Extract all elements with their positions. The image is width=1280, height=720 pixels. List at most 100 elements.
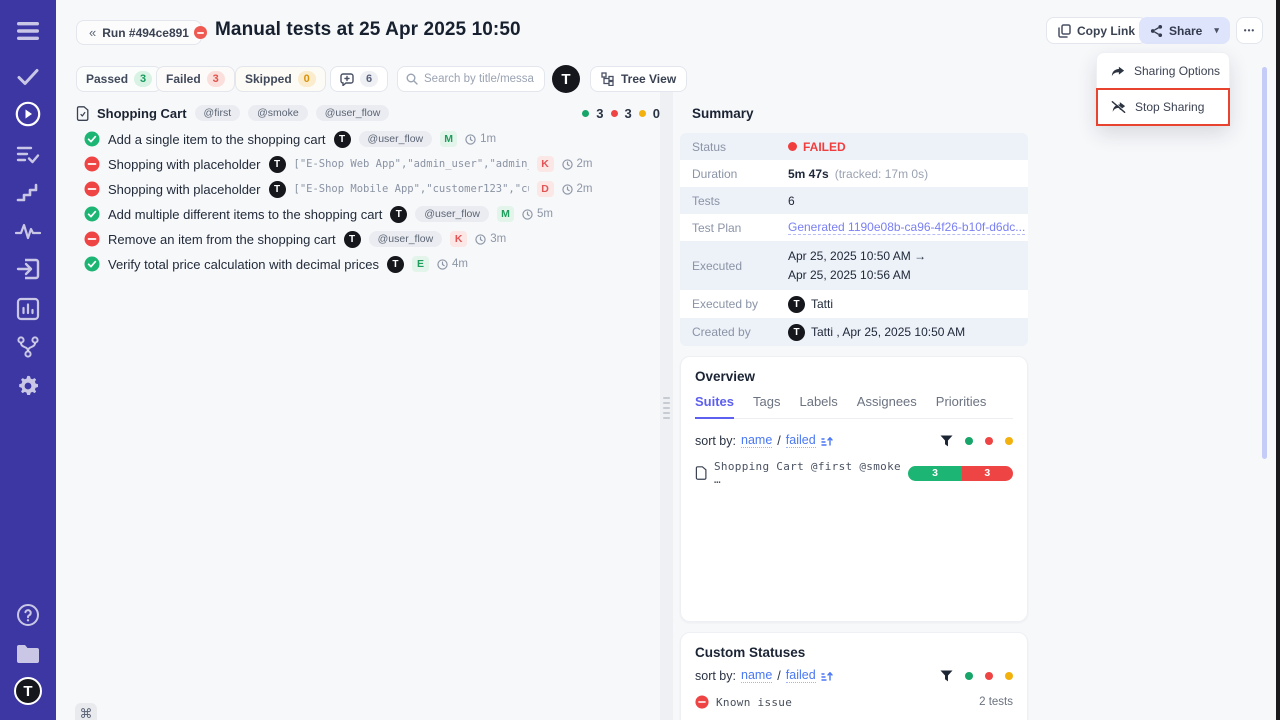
skipped-filter-dot[interactable]: [1005, 437, 1013, 445]
test-args: ["E-Shop Web App","admin_user","admin_pa…: [294, 158, 529, 170]
passed-filter-dot[interactable]: [965, 672, 973, 680]
test-row[interactable]: Add multiple different items to the shop…: [84, 203, 660, 225]
passed-bar-segment: 3: [908, 466, 961, 481]
import-icon[interactable]: [0, 254, 56, 284]
summary-row-executed-by: Executed by TTatti: [680, 290, 1028, 318]
sort-ascending-icon[interactable]: [821, 435, 833, 447]
tab-tags[interactable]: Tags: [753, 394, 780, 418]
app-sidebar: T: [0, 0, 56, 720]
sort-by-name-link[interactable]: name: [741, 668, 772, 683]
test-passed-icon: [84, 131, 100, 147]
tab-suites[interactable]: Suites: [695, 394, 734, 419]
app-logo[interactable]: T: [0, 676, 56, 706]
test-title: Verify total price calculation with deci…: [108, 257, 379, 272]
stop-sharing-label: Stop Sharing: [1135, 100, 1204, 114]
assignee-badge: K: [537, 156, 554, 172]
skipped-label: Skipped: [245, 72, 292, 86]
panel-resize-divider[interactable]: [660, 92, 673, 720]
back-to-run-button[interactable]: « Run #494ce891: [76, 20, 202, 45]
play-circle-icon[interactable]: [0, 99, 56, 129]
test-title: Add multiple different items to the shop…: [108, 207, 382, 222]
filter-failed-button[interactable]: Failed 3: [156, 66, 235, 92]
filter-skipped-button[interactable]: Skipped 0: [235, 66, 326, 92]
test-row[interactable]: Add a single item to the shopping cart T…: [84, 128, 660, 150]
menu-item-sharing-options[interactable]: Sharing Options: [1097, 53, 1229, 89]
pulse-icon[interactable]: [0, 216, 56, 246]
hamburger-icon[interactable]: [0, 16, 56, 46]
test-passed-icon: [84, 256, 100, 272]
sort-ascending-icon[interactable]: [821, 670, 833, 682]
projects-folder-icon[interactable]: [0, 639, 56, 669]
search-box[interactable]: [397, 66, 545, 92]
branch-icon[interactable]: [0, 332, 56, 362]
sort-by-failed-link[interactable]: failed: [786, 668, 816, 683]
overview-suite-row[interactable]: Shopping Cart @first @smoke … 3 3: [695, 460, 1013, 486]
analytics-icon[interactable]: [0, 294, 56, 324]
tab-priorities[interactable]: Priorities: [936, 394, 987, 418]
clock-icon: [475, 234, 486, 245]
run-list-icon[interactable]: [0, 140, 56, 170]
test-row[interactable]: Shopping with placeholder T ["E-Shop Web…: [84, 153, 660, 175]
filter-funnel-icon[interactable]: [940, 670, 953, 682]
test-row[interactable]: Remove an item from the shopping cart T …: [84, 228, 660, 250]
overview-suite-label: Shopping Cart @first @smoke …: [714, 460, 901, 486]
tab-assignees[interactable]: Assignees: [857, 394, 917, 418]
command-key-shortcut[interactable]: ⌘: [75, 703, 97, 720]
tab-labels[interactable]: Labels: [799, 394, 837, 418]
tree-view-icon: [601, 72, 615, 86]
test-duration: 3m: [475, 233, 506, 245]
summary-row-created-by: Created by TTatti , Apr 25, 2025 10:50 A…: [680, 318, 1028, 346]
sort-by-failed-link[interactable]: failed: [786, 433, 816, 448]
framework-logo: T: [269, 181, 286, 198]
suite-name: Shopping Cart: [97, 106, 187, 121]
test-plan-link[interactable]: Generated 1190e08b-ca96-4f26-b10f-d6dc..…: [788, 220, 1025, 235]
settings-gear-icon[interactable]: [0, 371, 56, 401]
suite-tag: @first: [195, 105, 241, 121]
test-row[interactable]: Shopping with placeholder T ["E-Shop Mob…: [84, 178, 660, 200]
filter-passed-button[interactable]: Passed 3: [76, 66, 162, 92]
failed-count-badge: 3: [207, 71, 225, 87]
test-args: ["E-Shop Mobile App","customer123","cust…: [294, 183, 529, 195]
custom-status-row[interactable]: Known issue 2 tests: [695, 695, 1013, 709]
test-failed-icon: [84, 231, 100, 247]
filter-funnel-icon[interactable]: [940, 435, 953, 447]
suite-skipped-count: 0: [653, 106, 660, 121]
failed-filter-dot[interactable]: [985, 672, 993, 680]
user-avatar[interactable]: T: [552, 65, 580, 93]
suite-tag: @smoke: [248, 105, 308, 121]
custom-status-label: Known issue: [716, 696, 792, 709]
skipped-filter-dot[interactable]: [1005, 672, 1013, 680]
overview-sort-row: sort by: name / failed: [695, 433, 1013, 448]
check-icon[interactable]: [0, 62, 56, 92]
custom-statuses-title: Custom Statuses: [695, 645, 1013, 660]
panel-scrollbar[interactable]: [1262, 67, 1267, 459]
forward-arrow-slash-icon: [1111, 100, 1126, 114]
forward-arrow-icon: [1111, 65, 1125, 78]
test-duration: 1m: [465, 133, 496, 145]
passed-filter-dot[interactable]: [965, 437, 973, 445]
clock-icon: [562, 159, 573, 170]
comments-filter-button[interactable]: 6: [330, 66, 388, 92]
search-input[interactable]: [424, 73, 534, 85]
share-dropdown-menu: Sharing Options Stop Sharing: [1096, 52, 1230, 126]
suite-failed-count: 3: [625, 106, 632, 121]
drag-handle-icon[interactable]: [663, 397, 670, 419]
chevron-left-icon: «: [89, 25, 96, 40]
test-tag: @user_flow: [359, 131, 433, 147]
passed-dot: [582, 110, 589, 117]
menu-item-stop-sharing[interactable]: Stop Sharing: [1097, 89, 1229, 125]
assignee-badge: K: [450, 231, 467, 247]
failed-label: Failed: [166, 72, 201, 86]
custom-status-count: 2 tests: [979, 696, 1013, 708]
sharing-options-label: Sharing Options: [1134, 64, 1220, 78]
test-row[interactable]: Verify total price calculation with deci…: [84, 253, 660, 275]
failed-filter-dot[interactable]: [985, 437, 993, 445]
test-title: Add a single item to the shopping cart: [108, 132, 326, 147]
assignee-badge: D: [537, 181, 554, 197]
suite-header[interactable]: Shopping Cart @first @smoke @user_flow 3…: [76, 103, 660, 123]
suite-result-bar[interactable]: 3 3: [908, 466, 1013, 481]
sort-by-name-link[interactable]: name: [741, 433, 772, 448]
tree-view-label: Tree View: [621, 72, 676, 86]
help-icon[interactable]: [0, 600, 56, 630]
steps-icon[interactable]: [0, 178, 56, 208]
